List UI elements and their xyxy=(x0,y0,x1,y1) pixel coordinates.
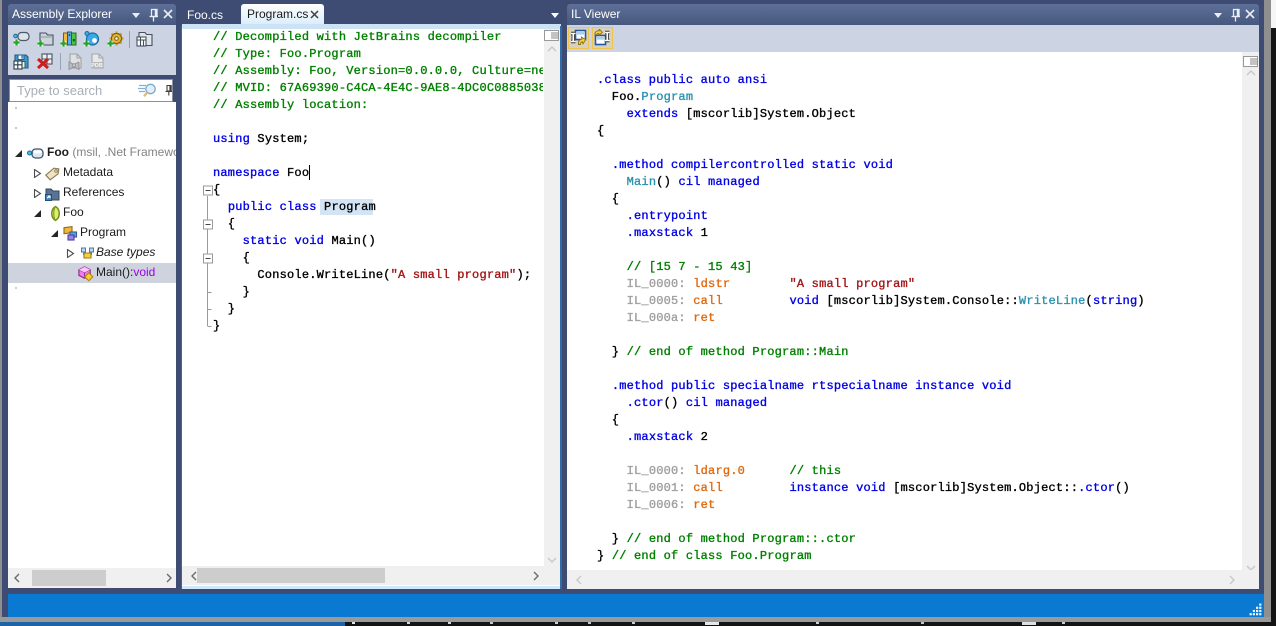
svg-text:PDB: PDB xyxy=(91,63,103,69)
